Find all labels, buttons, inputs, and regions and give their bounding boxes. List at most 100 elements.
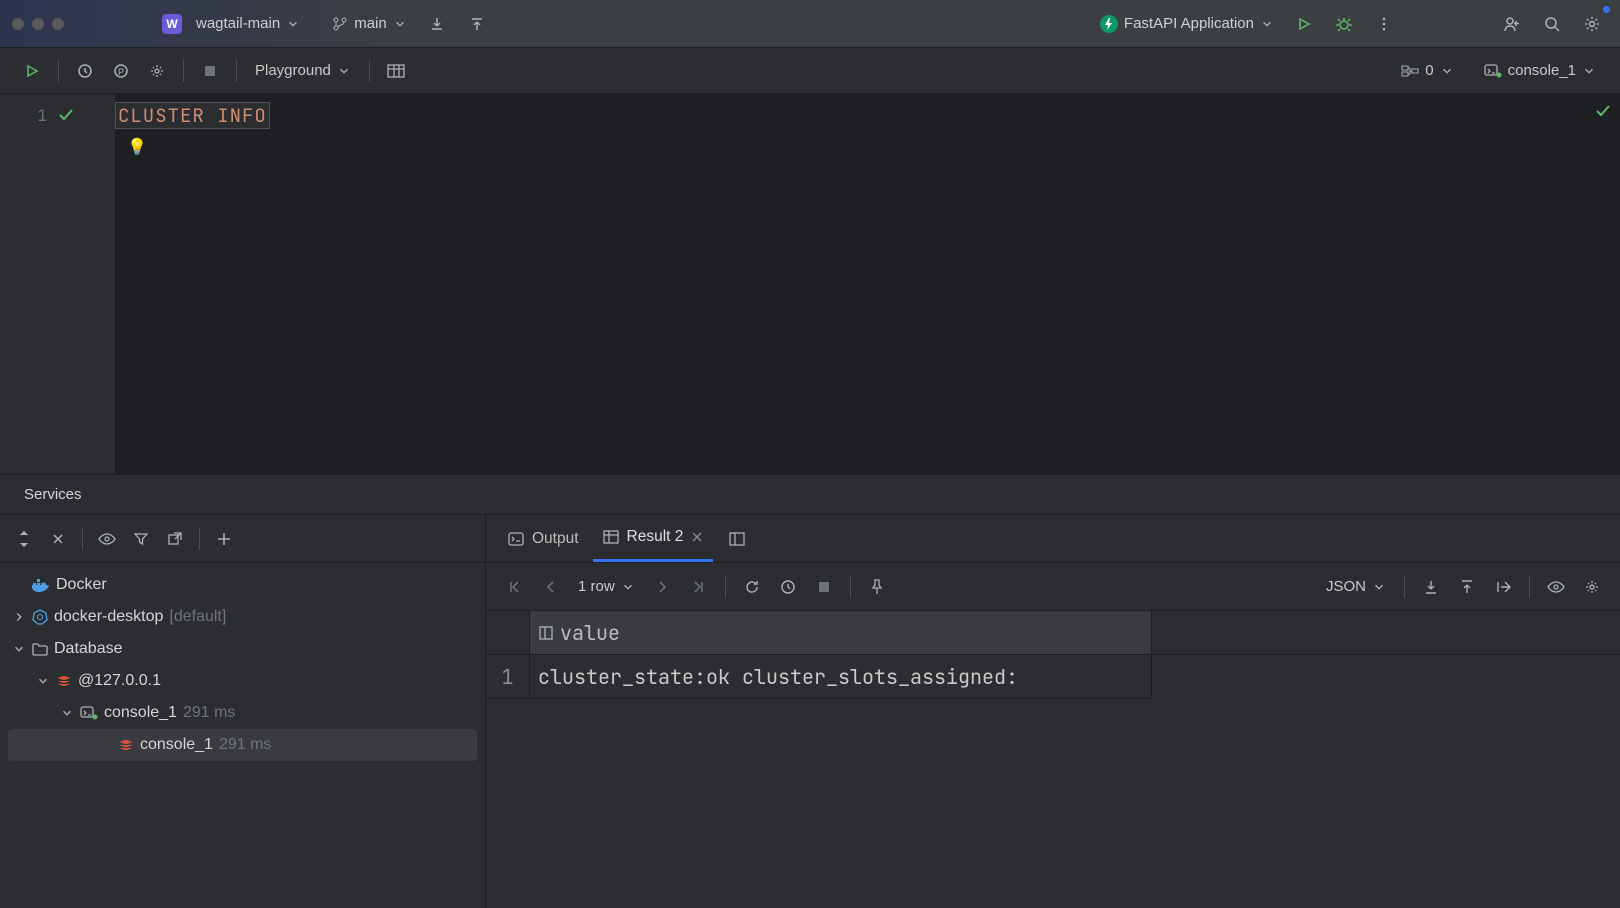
services-panel-title[interactable]: Services xyxy=(0,474,1620,514)
maximize-window[interactable] xyxy=(52,18,64,30)
view-icon[interactable] xyxy=(1540,571,1572,603)
session-selector[interactable]: console_1 xyxy=(1476,58,1604,83)
cell-value[interactable]: cluster_state:ok cluster_slots_assigned: xyxy=(530,655,1152,699)
divider xyxy=(183,60,184,82)
project-name: wagtail-main xyxy=(196,15,280,32)
result-grid: value 1 cluster_state:ok cluster_slots_a… xyxy=(486,611,1620,699)
grid-header: value xyxy=(486,611,1620,655)
code-with-me-icon[interactable] xyxy=(1496,8,1528,40)
chevron-right-icon xyxy=(12,610,26,624)
console-icon xyxy=(1484,64,1502,78)
format-selector[interactable]: JSON xyxy=(1318,574,1394,599)
divider xyxy=(850,576,851,598)
last-page-icon[interactable] xyxy=(683,571,715,603)
tree-item-docker-desktop[interactable]: docker-desktop [default] xyxy=(8,601,477,633)
tree-item-console-leaf[interactable]: console_1 291 ms xyxy=(8,729,477,761)
chevron-down-icon xyxy=(337,64,351,78)
run-config-name: FastAPI Application xyxy=(1124,15,1254,32)
services-result-pane: Output Result 2 1 row xyxy=(486,515,1620,908)
grid-corner[interactable] xyxy=(486,611,530,654)
more-menu[interactable] xyxy=(1368,8,1400,40)
editor[interactable]: 1 CLUSTER INFO 💡 xyxy=(0,94,1620,474)
run-button[interactable] xyxy=(1288,8,1320,40)
titlebar: W wagtail-main main FastAPI Application xyxy=(0,0,1620,48)
table-view-icon[interactable] xyxy=(380,55,412,87)
redis-icon xyxy=(118,738,134,752)
incoming-changes-icon[interactable] xyxy=(421,8,453,40)
upload-icon[interactable] xyxy=(1451,571,1483,603)
chevron-down-icon xyxy=(60,706,74,720)
playground-selector[interactable]: Playground xyxy=(247,58,359,83)
tx-icon xyxy=(1401,63,1419,79)
tree-item-console[interactable]: console_1 291 ms xyxy=(8,697,477,729)
check-icon xyxy=(57,106,75,124)
kubernetes-icon xyxy=(32,609,48,625)
inspection-ok-icon[interactable] xyxy=(1594,102,1612,120)
tab-output[interactable]: Output xyxy=(498,515,589,562)
execute-button[interactable] xyxy=(16,55,48,87)
project-selector[interactable]: wagtail-main xyxy=(190,11,306,36)
stop-button[interactable] xyxy=(194,55,226,87)
debug-button[interactable] xyxy=(1328,8,1360,40)
settings-icon[interactable] xyxy=(1576,571,1608,603)
fastapi-icon xyxy=(1100,15,1118,33)
tree-time: 291 ms xyxy=(219,736,271,754)
query-toolbar: P Playground 0 console_1 xyxy=(0,48,1620,94)
format-label: JSON xyxy=(1326,578,1366,595)
history-icon[interactable] xyxy=(772,571,804,603)
close-window[interactable] xyxy=(12,18,24,30)
close-tab-icon[interactable] xyxy=(691,531,703,543)
stop-icon[interactable] xyxy=(808,571,840,603)
close-icon[interactable] xyxy=(42,523,74,555)
tx-status[interactable]: 0 xyxy=(1393,58,1461,83)
column-header[interactable]: value xyxy=(530,611,1152,654)
tree-label: docker-desktop xyxy=(54,608,163,626)
row-count-selector[interactable]: 1 row xyxy=(570,574,643,599)
add-icon[interactable] xyxy=(208,523,240,555)
open-in-new-icon[interactable] xyxy=(159,523,191,555)
settings-icon[interactable] xyxy=(1576,8,1608,40)
tab-label: Result 2 xyxy=(627,528,684,546)
tree-item-host[interactable]: @127.0.0.1 xyxy=(8,665,477,697)
prev-page-icon[interactable] xyxy=(534,571,566,603)
show-hide-icon[interactable] xyxy=(91,523,123,555)
search-icon[interactable] xyxy=(1536,8,1568,40)
reload-icon[interactable] xyxy=(736,571,768,603)
outgoing-changes-icon[interactable] xyxy=(461,8,493,40)
minimize-window[interactable] xyxy=(32,18,44,30)
first-page-icon[interactable] xyxy=(498,571,530,603)
branch-selector[interactable]: main xyxy=(326,11,413,36)
terminal-icon xyxy=(508,532,524,546)
code-text: CLUSTER INFO xyxy=(115,102,270,129)
expand-collapse-icon[interactable] xyxy=(8,523,40,555)
tree-item-database[interactable]: Database xyxy=(8,633,477,665)
gutter: 1 xyxy=(0,94,115,474)
session-name: console_1 xyxy=(1508,62,1576,79)
intention-bulb-icon[interactable]: 💡 xyxy=(127,136,1620,157)
tree-item-docker[interactable]: Docker xyxy=(8,569,477,601)
svg-text:P: P xyxy=(118,67,124,77)
row-count: 1 row xyxy=(578,578,615,595)
branch-name: main xyxy=(354,15,387,32)
tree-label: console_1 xyxy=(104,704,177,722)
import-icon[interactable] xyxy=(1487,571,1519,603)
tree-time: 291 ms xyxy=(183,704,235,722)
tab-result[interactable]: Result 2 xyxy=(593,515,714,562)
parameters-icon[interactable]: P xyxy=(105,55,137,87)
chevron-down-icon xyxy=(393,17,407,31)
chevron-down-icon xyxy=(286,17,300,31)
filter-icon[interactable] xyxy=(125,523,157,555)
download-icon[interactable] xyxy=(1415,571,1447,603)
divider xyxy=(725,576,726,598)
branch-icon xyxy=(332,16,348,32)
layout-icon[interactable] xyxy=(721,523,753,555)
settings-icon[interactable] xyxy=(141,55,173,87)
grid-row[interactable]: 1 cluster_state:ok cluster_slots_assigne… xyxy=(486,655,1620,699)
chevron-down-icon xyxy=(1372,580,1386,594)
editor-body[interactable]: CLUSTER INFO 💡 xyxy=(115,94,1620,474)
run-config-selector[interactable]: FastAPI Application xyxy=(1094,11,1280,37)
history-icon[interactable] xyxy=(69,55,101,87)
pin-icon[interactable] xyxy=(861,571,893,603)
services-tree[interactable]: Docker docker-desktop [default] Database… xyxy=(0,563,485,767)
next-page-icon[interactable] xyxy=(647,571,679,603)
